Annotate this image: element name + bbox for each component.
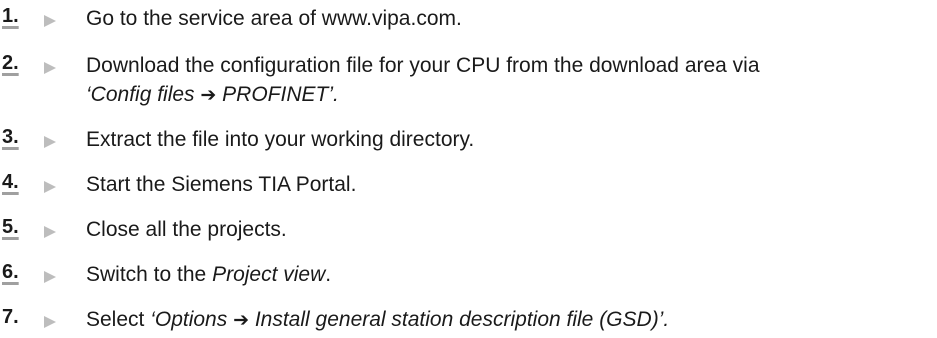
step-number: 7. [2, 306, 19, 328]
step-text-segment: Close all the projects. [86, 218, 287, 241]
step-text-segment: PROFINET’. [216, 83, 339, 106]
step-text-segment: ‘Options [150, 308, 234, 331]
step-text: Extract the file into your working direc… [86, 125, 936, 154]
step-text-segment: Install general station description file… [249, 308, 670, 331]
step-text-segment: Start the Siemens TIA Portal. [86, 173, 357, 196]
step-text-segment: Switch to the [86, 263, 213, 286]
step-text: Download the configuration file for your… [86, 51, 936, 110]
step-arrow-icon [44, 271, 56, 283]
step-arrow-icon [44, 226, 56, 238]
step-arrow-icon [44, 181, 56, 193]
step-arrow-icon [44, 15, 56, 27]
step-text-segment: Extract the file into your working direc… [86, 128, 475, 151]
step-arrow-icon [44, 62, 56, 74]
step-number: 5. [2, 216, 19, 238]
step-number: 3. [2, 126, 19, 148]
step-arrow-icon [44, 316, 56, 328]
step-arrow-icon [44, 136, 56, 148]
step-number: 2. [2, 52, 19, 74]
step-text-segment: Project view [212, 263, 326, 286]
menu-path-arrow-icon: ➔ [200, 84, 217, 106]
step-text: Switch to the Project view. [86, 260, 936, 289]
step-text-segment: ‘Config files [86, 83, 201, 106]
menu-path-arrow-icon: ➔ [233, 309, 249, 331]
step-text-segment: . [325, 263, 332, 286]
step-text: Close all the projects. [86, 215, 936, 244]
step-number: 1. [2, 5, 19, 27]
step-text-segment: Go to the service area of www.vipa.com. [86, 7, 462, 30]
step-number: 6. [2, 261, 19, 283]
step-text-segment: Select [86, 308, 151, 331]
step-number: 4. [2, 171, 19, 193]
step-text: Start the Siemens TIA Portal. [86, 170, 936, 199]
step-text: Go to the service area of www.vipa.com. [86, 4, 936, 33]
step-text: Select ‘Options ➔ Install general statio… [86, 305, 936, 335]
step-text-segment: Download the configuration file for your… [86, 54, 760, 77]
